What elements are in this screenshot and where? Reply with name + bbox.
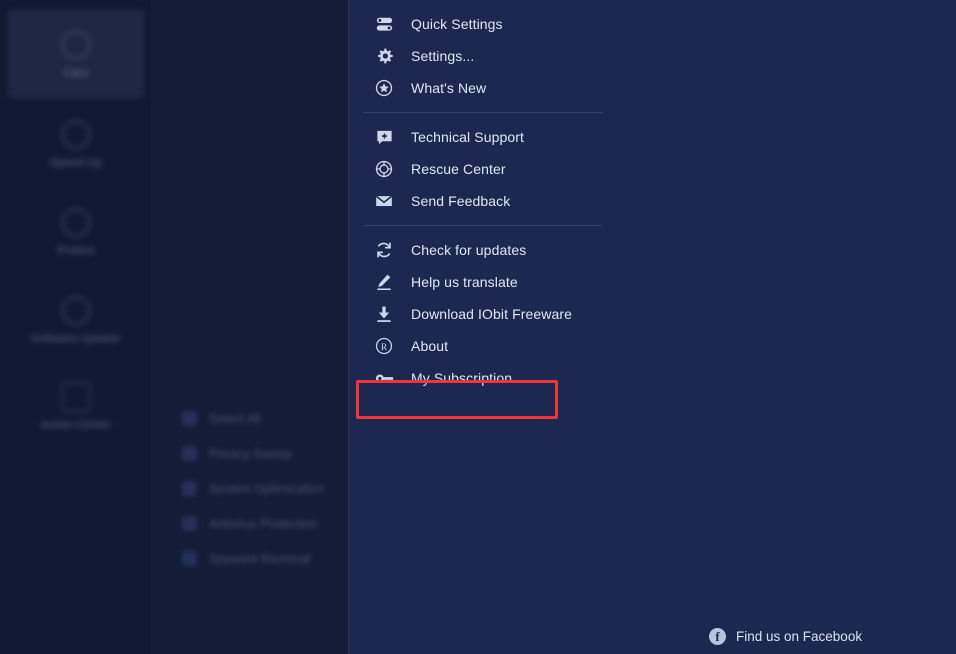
gear-icon xyxy=(373,45,395,67)
app-sidebar: Care Speed Up Protect Software Updater A… xyxy=(0,0,151,654)
list-item-label: System Optimization xyxy=(209,481,324,496)
menu-item-label: Download IObit Freeware xyxy=(411,306,573,322)
checkbox-icon[interactable] xyxy=(182,481,197,496)
checkbox-icon[interactable] xyxy=(182,411,197,426)
menu-item-help-us-translate[interactable]: Help us translate xyxy=(361,266,619,298)
facebook-link[interactable]: f Find us on Facebook xyxy=(709,628,862,645)
menu-item-label: About xyxy=(411,338,449,354)
menu-item-about[interactable]: R About xyxy=(361,330,619,362)
toggles-icon xyxy=(373,13,395,35)
svg-text:R: R xyxy=(381,343,388,353)
sidebar-item-label: Speed Up xyxy=(50,156,102,169)
lifebuoy-icon xyxy=(373,158,395,180)
menu-item-label: Help us translate xyxy=(411,274,518,290)
refresh-icon xyxy=(373,239,395,261)
menu-item-settings[interactable]: Settings... xyxy=(361,40,619,72)
speedup-icon xyxy=(61,119,91,150)
checkbox-icon[interactable] xyxy=(182,551,197,566)
background-application: Care Speed Up Protect Software Updater A… xyxy=(0,0,348,654)
menu-item-label: Technical Support xyxy=(411,129,524,145)
menu-item-download-iobit-freeware[interactable]: Download IObit Freeware xyxy=(361,298,619,330)
menu-item-rescue-center[interactable]: Rescue Center xyxy=(361,153,619,185)
menu-list: Quick Settings Settings... What's New Te… xyxy=(361,8,619,394)
grid-icon xyxy=(61,381,91,412)
gear-circle-icon xyxy=(61,29,91,60)
sidebar-item-label: Care xyxy=(63,66,89,79)
menu-item-whats-new[interactable]: What's New xyxy=(361,72,619,104)
menu-item-label: My Subscription xyxy=(411,370,513,386)
sidebar-item-label: Software Updater xyxy=(30,332,122,345)
sidebar-item-label: Action Center xyxy=(40,418,112,431)
sidebar-item-care[interactable]: Care xyxy=(8,10,144,98)
support-chat-icon xyxy=(373,126,395,148)
menu-item-label: Rescue Center xyxy=(411,161,506,177)
sidebar-item-label: Protect xyxy=(57,244,95,257)
menu-divider xyxy=(363,225,603,226)
menu-item-technical-support[interactable]: Technical Support xyxy=(361,121,619,153)
facebook-icon: f xyxy=(709,628,726,645)
list-item-label: Spyware Removal xyxy=(209,551,311,566)
envelope-icon xyxy=(373,190,395,212)
list-item[interactable]: Select All xyxy=(182,411,260,426)
list-item[interactable]: Spyware Removal xyxy=(182,551,310,566)
list-item-label: Privacy Sweep xyxy=(209,446,292,461)
checkbox-icon[interactable] xyxy=(182,516,197,531)
list-item-label: Antivirus Protection xyxy=(209,516,317,531)
menu-item-label: What's New xyxy=(411,80,487,96)
list-item[interactable]: Antivirus Protection xyxy=(182,516,317,531)
facebook-link-label: Find us on Facebook xyxy=(736,629,863,644)
registered-r-icon: R xyxy=(373,335,395,357)
main-menu-panel: Quick Settings Settings... What's New Te… xyxy=(348,0,956,654)
cloud-arrow-icon xyxy=(61,295,91,326)
checkbox-icon[interactable] xyxy=(182,446,197,461)
shield-icon xyxy=(61,207,91,238)
menu-divider xyxy=(363,112,603,113)
sidebar-item-protect[interactable]: Protect xyxy=(8,188,144,276)
menu-item-label: Quick Settings xyxy=(411,16,503,32)
menu-item-label: Send Feedback xyxy=(411,193,511,209)
star-circle-icon xyxy=(373,77,395,99)
menu-item-check-for-updates[interactable]: Check for updates xyxy=(361,234,619,266)
menu-item-my-subscription[interactable]: My Subscription xyxy=(361,362,619,394)
list-item[interactable]: Privacy Sweep xyxy=(182,446,292,461)
app-window: Care Speed Up Protect Software Updater A… xyxy=(0,0,956,654)
menu-item-label: Settings... xyxy=(411,48,475,64)
menu-item-send-feedback[interactable]: Send Feedback xyxy=(361,185,619,217)
menu-item-quick-settings[interactable]: Quick Settings xyxy=(361,8,619,40)
sidebar-item-software-updater[interactable]: Software Updater xyxy=(8,276,144,364)
list-item[interactable]: System Optimization xyxy=(182,481,324,496)
list-item-label: Select All xyxy=(209,411,261,426)
sidebar-item-action-center[interactable]: Action Center xyxy=(8,362,144,450)
download-icon xyxy=(373,303,395,325)
pencil-icon xyxy=(373,271,395,293)
menu-item-label: Check for updates xyxy=(411,242,527,258)
key-icon xyxy=(373,367,395,389)
sidebar-item-speed-up[interactable]: Speed Up xyxy=(8,100,144,188)
